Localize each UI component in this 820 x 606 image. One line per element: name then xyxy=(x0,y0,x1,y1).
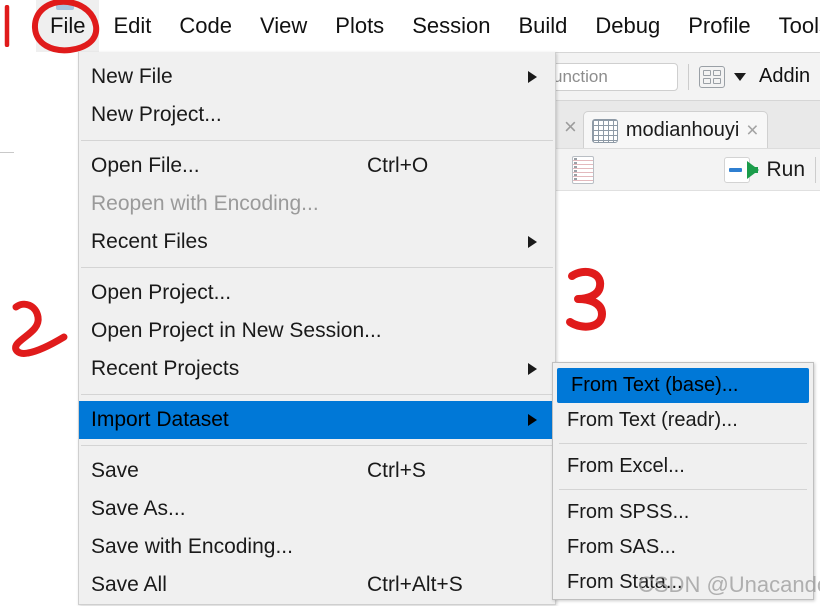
menubar-item-plots[interactable]: Plots xyxy=(321,0,398,52)
menu-item-save-as[interactable]: Save As... xyxy=(79,490,555,528)
menu-separator xyxy=(81,267,553,268)
menu-separator xyxy=(559,443,807,444)
workspace-panes-icon[interactable] xyxy=(699,65,725,88)
submenu-arrow-icon xyxy=(528,414,537,426)
menu-item-label: Open Project... xyxy=(91,281,232,304)
notebook-icon[interactable] xyxy=(572,155,594,184)
grid-cell xyxy=(713,77,721,84)
rstudio-window: unction Addin × modianhouyi × Run File E… xyxy=(0,0,820,606)
chevron-down-icon[interactable] xyxy=(734,72,746,81)
menu-item-save[interactable]: Save Ctrl+S xyxy=(79,452,555,490)
menubar-item-build[interactable]: Build xyxy=(504,0,581,52)
search-input-value: unction xyxy=(553,66,608,86)
menu-item-label: From SAS... xyxy=(567,536,676,558)
menu-item-label: Reopen with Encoding... xyxy=(91,192,319,215)
data-grid-icon xyxy=(591,118,618,143)
menu-bar: File Edit Code View Plots Session Build Debug Pr… xyxy=(0,0,820,52)
editor-toolbar: Run xyxy=(552,148,820,190)
menu-item-label: New Project... xyxy=(91,103,222,126)
menu-item-label: Recent Projects xyxy=(91,357,240,380)
menu-item-save-all[interactable]: Save All Ctrl+Alt+S xyxy=(79,566,555,604)
toolbar-separator xyxy=(815,156,816,183)
submenu-item-from-sas[interactable]: From SAS... xyxy=(553,530,813,565)
menu-item-recent-files[interactable]: Recent Files xyxy=(79,223,555,261)
import-dataset-submenu: From Text (base)... From Text (readr)... F… xyxy=(552,362,814,600)
menubar-item-view[interactable]: View xyxy=(246,0,321,52)
editor-tab-bar: × modianhouyi × xyxy=(552,100,820,149)
menu-item-new-file[interactable]: New File xyxy=(79,58,555,96)
left-edge-divider xyxy=(0,152,14,153)
menu-item-shortcut: Ctrl+S xyxy=(367,459,426,482)
tab-label: modianhouyi xyxy=(625,119,740,141)
file-menu-dropdown: New File New Project... Open File... Ctrl+O… xyxy=(78,52,556,605)
app-logo-icon xyxy=(56,2,74,10)
menu-separator xyxy=(81,445,553,446)
menu-separator xyxy=(81,140,553,141)
search-input[interactable]: unction xyxy=(550,62,678,91)
menu-item-label: From Text (base)... xyxy=(571,374,739,396)
menu-separator xyxy=(81,394,553,395)
menubar-item-edit[interactable]: Edit xyxy=(99,0,165,52)
menu-item-open-project[interactable]: Open Project... xyxy=(79,274,555,312)
menu-item-reopen-with-encoding: Reopen with Encoding... xyxy=(79,185,555,223)
previous-tab-close-icon[interactable]: × xyxy=(564,114,577,140)
menu-item-label: Open File... xyxy=(91,154,200,177)
menu-item-label: Import Dataset xyxy=(91,408,229,431)
menu-item-shortcut: Ctrl+Alt+S xyxy=(367,573,463,596)
menu-item-label: From Excel... xyxy=(567,455,685,477)
toolbar-separator xyxy=(688,63,689,90)
watermark: CSDN @Unacandoit xyxy=(638,572,820,597)
menu-item-shortcut: Ctrl+O xyxy=(367,154,429,177)
submenu-item-from-spss[interactable]: From SPSS... xyxy=(553,495,813,530)
menu-item-open-project-in-new-session[interactable]: Open Project in New Session... xyxy=(79,312,555,350)
menu-item-label: Save with Encoding... xyxy=(91,535,293,558)
main-toolbar: unction Addin xyxy=(550,52,820,100)
submenu-item-from-excel[interactable]: From Excel... xyxy=(553,449,813,484)
menu-item-save-with-encoding[interactable]: Save with Encoding... xyxy=(79,528,555,566)
menubar-item-profile[interactable]: Profile xyxy=(674,0,764,52)
run-arrow-icon xyxy=(747,160,760,179)
submenu-arrow-icon xyxy=(528,236,537,248)
submenu-item-from-text-readr[interactable]: From Text (readr)... xyxy=(553,403,813,438)
menu-item-import-dataset[interactable]: Import Dataset xyxy=(79,401,555,439)
menubar-item-tools[interactable]: Tools xyxy=(765,0,820,52)
grid-cell xyxy=(703,69,711,76)
menu-item-recent-projects[interactable]: Recent Projects xyxy=(79,350,555,388)
addins-button[interactable]: Addin xyxy=(759,65,810,88)
menu-item-label: Save All xyxy=(91,573,167,596)
menubar-item-session[interactable]: Session xyxy=(398,0,504,52)
annotation-marker-2 xyxy=(12,300,68,357)
menu-item-new-project[interactable]: New Project... xyxy=(79,96,555,134)
menu-item-label: Save As... xyxy=(91,497,186,520)
tab-modianhouyi[interactable]: modianhouyi × xyxy=(582,111,768,149)
menu-item-label: From Text (readr)... xyxy=(567,409,738,431)
run-label: Run xyxy=(766,157,805,181)
submenu-item-from-text-base[interactable]: From Text (base)... xyxy=(557,368,809,403)
menubar-item-debug[interactable]: Debug xyxy=(581,0,674,52)
submenu-arrow-icon xyxy=(528,71,537,83)
grid-cell xyxy=(703,77,711,84)
menu-item-label: Recent Files xyxy=(91,230,208,253)
run-button[interactable]: Run xyxy=(724,156,816,183)
menu-item-label: Open Project in New Session... xyxy=(91,319,382,342)
menu-separator xyxy=(559,489,807,490)
menu-item-label: From SPSS... xyxy=(567,501,690,523)
menu-item-label: New File xyxy=(91,65,173,88)
menu-item-open-file[interactable]: Open File... Ctrl+O xyxy=(79,147,555,185)
grid-cell xyxy=(713,69,721,76)
menubar-item-code[interactable]: Code xyxy=(165,0,246,52)
submenu-arrow-icon xyxy=(528,363,537,375)
close-icon[interactable]: × xyxy=(746,119,758,143)
menu-item-label: Save xyxy=(91,459,139,482)
